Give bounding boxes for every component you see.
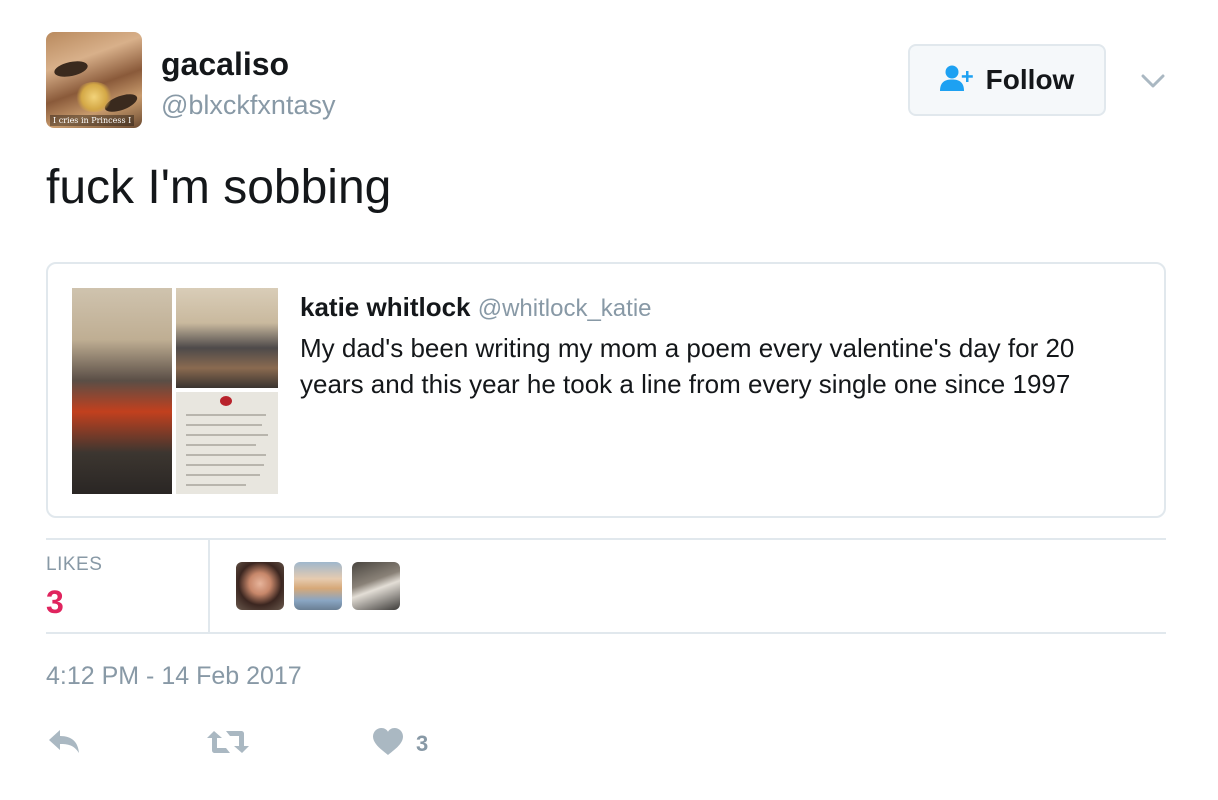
liker-avatar[interactable] [352, 562, 400, 610]
quoted-author-name: katie whitlock [300, 292, 471, 322]
likers-list [236, 562, 400, 610]
quoted-author-handle: @whitlock_katie [477, 295, 652, 322]
retweet-icon [206, 727, 250, 762]
author-name[interactable]: gacaliso [161, 46, 289, 83]
quoted-tweet-text: My dad's been writing my mom a poem ever… [300, 333, 1075, 399]
likes-count: 3 [46, 584, 64, 620]
liker-avatar[interactable] [294, 562, 342, 610]
author-handle[interactable]: @blxckfxntasy [161, 90, 335, 121]
quoted-photo[interactable] [72, 288, 172, 494]
add-user-icon [939, 64, 974, 97]
heart-icon [372, 727, 404, 762]
poem-line [186, 454, 266, 456]
avatar-glitter [74, 82, 114, 112]
tweet-text: fuck I'm sobbing [46, 161, 392, 214]
likes-label: LIKES [46, 554, 103, 575]
reply-icon [46, 727, 82, 762]
tweet-timestamp[interactable]: 4:12 PM - 14 Feb 2017 [46, 662, 302, 691]
avatar-eye [52, 58, 90, 80]
heart-sticker [220, 396, 232, 406]
likes-stat[interactable]: LIKES 3 [46, 540, 210, 632]
author-avatar[interactable]: I cries in Princess I [46, 32, 142, 128]
quoted-author: katie whitlock @whitlock_katie [300, 292, 652, 323]
like-button[interactable]: 3 [372, 724, 428, 764]
liker-avatar[interactable] [236, 562, 284, 610]
quoted-photo[interactable] [176, 288, 278, 388]
poem-line [186, 464, 264, 466]
reply-button[interactable] [46, 724, 82, 764]
follow-button[interactable]: Follow [908, 44, 1106, 116]
retweet-button[interactable] [206, 724, 250, 764]
like-count: 3 [416, 731, 429, 756]
divider [46, 538, 1166, 540]
poem-line [186, 414, 266, 416]
poem-line [186, 474, 260, 476]
quoted-photo[interactable] [176, 392, 278, 494]
divider [46, 632, 1166, 634]
poem-line [186, 424, 262, 426]
chevron-down-icon[interactable] [1138, 66, 1168, 96]
quoted-media[interactable] [72, 288, 278, 494]
poem-line [186, 444, 256, 446]
follow-label: Follow [985, 64, 1075, 95]
quoted-tweet[interactable]: katie whitlock @whitlock_katie My dad's … [46, 262, 1166, 518]
tweet-header: I cries in Princess I gacaliso @blxckfxn… [46, 32, 1176, 132]
poem-line [186, 484, 246, 486]
avatar-caption: I cries in Princess I [50, 115, 135, 126]
poem-line [186, 434, 268, 436]
